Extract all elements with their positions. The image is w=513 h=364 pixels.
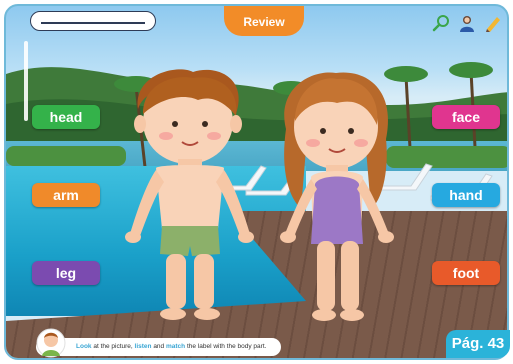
avatar[interactable] (36, 328, 66, 358)
label-arm[interactable]: arm (32, 183, 100, 207)
label-face[interactable]: face (432, 105, 500, 129)
boy-figure (125, 69, 254, 320)
instruction-listen: listen (134, 343, 152, 350)
label-hand[interactable]: hand (432, 183, 500, 207)
scroll-indicator[interactable] (24, 41, 28, 121)
magnifier-icon[interactable] (432, 14, 450, 32)
instruction-look: Look (76, 343, 92, 350)
toolbar (432, 14, 502, 32)
girl-figure (280, 72, 394, 321)
instruction-text-1: at the picture, (91, 343, 135, 350)
instruction-match: match (165, 343, 186, 350)
label-foot[interactable]: foot (432, 261, 500, 285)
instruction-text-3: the label with the body part. (185, 343, 267, 350)
user-icon[interactable] (458, 14, 476, 32)
review-tab[interactable]: Review (224, 6, 304, 36)
page-number-badge: Pág. 43 (446, 330, 510, 358)
instruction-bar: Look at the picture, listen and match th… (36, 338, 281, 356)
title-underline (41, 22, 145, 24)
pencil-icon[interactable] (484, 14, 502, 32)
instruction-text-2: and (151, 343, 166, 350)
title-field (30, 11, 156, 31)
label-head[interactable]: head (32, 105, 100, 129)
page-frame: Review head arm leg face hand foot Look … (4, 4, 509, 360)
label-leg[interactable]: leg (32, 261, 100, 285)
